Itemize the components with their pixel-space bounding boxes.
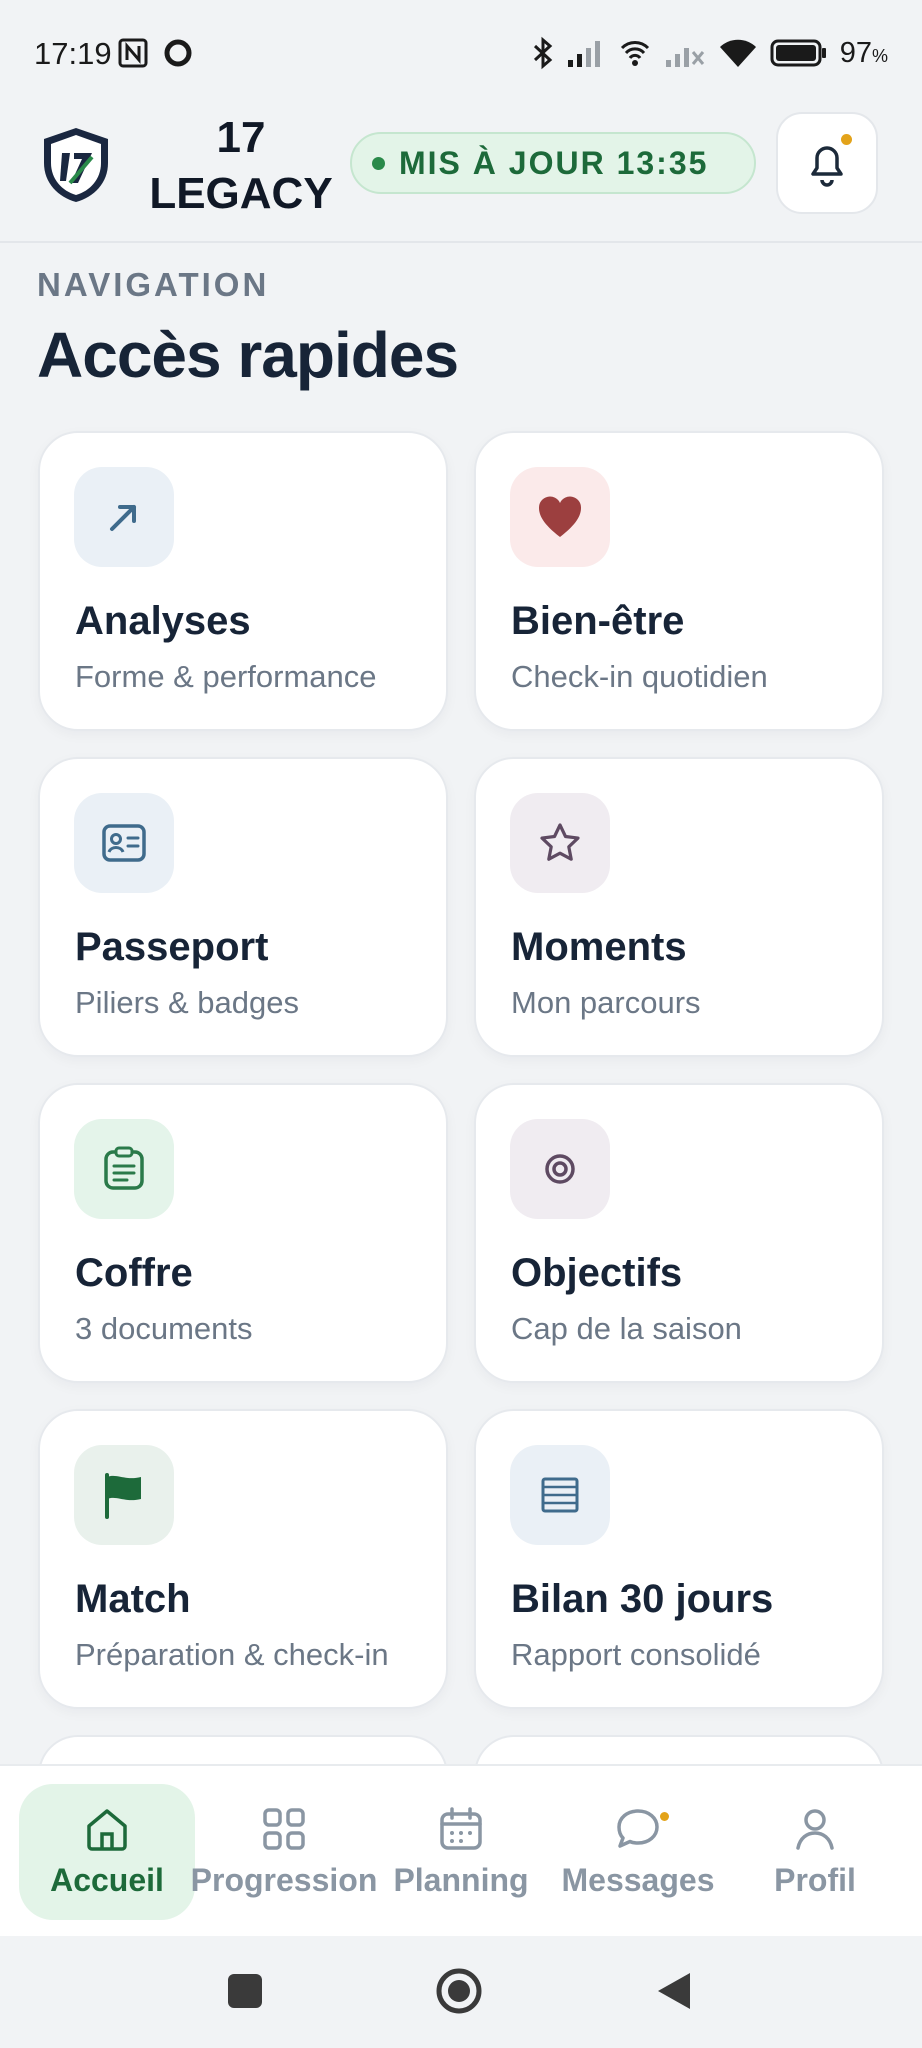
card-title: Objectifs — [511, 1251, 683, 1295]
card-title: Bilan 30 jours — [511, 1577, 774, 1621]
card-bilan-30-jours[interactable]: Bilan 30 jours Rapport consolidé — [474, 1409, 884, 1709]
tab-label: Progression — [190, 1861, 378, 1898]
card-subtitle: 3 documents — [75, 1311, 253, 1346]
card-icon-box — [510, 1119, 610, 1219]
wifi-calling-icon — [620, 41, 649, 66]
calendar-icon — [440, 1806, 482, 1850]
card-title: Bien-être — [511, 599, 685, 643]
system-navigation-bar — [0, 1936, 922, 2048]
section-kicker: NAVIGATION — [37, 266, 270, 303]
user-icon — [796, 1808, 834, 1850]
card-subtitle: Rapport consolidé — [511, 1637, 761, 1672]
card-icon-box — [510, 793, 610, 893]
back-triangle-icon[interactable] — [654, 1970, 694, 2012]
update-status-badge: MIS À JOUR 13:35 — [350, 132, 756, 194]
report-icon — [541, 1477, 579, 1513]
bluetooth-icon — [533, 36, 552, 70]
chat-bubble-icon — [617, 1808, 659, 1848]
card-title: Passeport — [75, 925, 269, 969]
nfc-icon — [118, 38, 148, 68]
battery-unit: % — [871, 45, 888, 66]
brand-line-2: LEGACY — [149, 169, 333, 218]
update-status-label: MIS À JOUR 13:35 — [399, 144, 709, 181]
tab-label: Profil — [774, 1861, 856, 1898]
status-bar: 17:19 97% — [0, 0, 922, 110]
tab-label: Planning — [393, 1861, 529, 1898]
tab-accueil[interactable]: Accueil — [19, 1784, 195, 1920]
card-subtitle: Check-in quotidien — [511, 659, 768, 694]
card-icon-box — [74, 1119, 174, 1219]
home-icon — [87, 1808, 127, 1851]
heart-icon — [538, 496, 582, 537]
tab-messages[interactable]: Messages — [550, 1784, 726, 1920]
card-icon-box — [74, 793, 174, 893]
card-bien-etre[interactable]: Bien-être Check-in quotidien — [474, 431, 884, 731]
notifications-button[interactable] — [776, 112, 878, 214]
messages-unread-dot — [660, 1812, 669, 1821]
card-objectifs[interactable]: Objectifs Cap de la saison — [474, 1083, 884, 1383]
card-icon-box — [74, 467, 174, 567]
battery-icon — [770, 39, 826, 67]
page-title: Accès rapides — [37, 319, 459, 391]
signal-off-icon — [665, 48, 704, 67]
card-subtitle: Piliers & badges — [75, 985, 300, 1020]
card-subtitle: Mon parcours — [511, 985, 701, 1020]
target-icon — [545, 1154, 575, 1184]
brand-line-1: 17 — [216, 113, 266, 162]
card-passeport[interactable]: Passeport Piliers & badges — [38, 757, 448, 1057]
id-card-icon — [102, 824, 146, 862]
card-icon-box — [510, 1445, 610, 1545]
card-title: Match — [75, 1577, 191, 1621]
card-icon-box — [510, 467, 610, 567]
clipboard-icon — [104, 1146, 144, 1190]
card-title: Coffre — [75, 1251, 193, 1295]
card-title: Moments — [511, 925, 687, 969]
star-icon — [540, 823, 580, 861]
card-title: Analyses — [75, 599, 251, 643]
card-icon-box — [74, 1445, 174, 1545]
status-dot-icon — [372, 156, 385, 170]
grid-icon — [263, 1807, 305, 1850]
tab-label: Messages — [561, 1861, 715, 1898]
brand-name: 17 LEGACY — [136, 110, 346, 222]
card-moments[interactable]: Moments Mon parcours — [474, 757, 884, 1057]
record-icon — [164, 39, 192, 67]
card-match[interactable]: Match Préparation & check-in — [38, 1409, 448, 1709]
home-circle-icon[interactable] — [434, 1966, 484, 2016]
battery-percent: 97 — [839, 36, 872, 69]
trend-arrow-icon — [110, 505, 136, 531]
app-header: 17 LEGACY MIS À JOUR 13:35 — [0, 110, 922, 243]
signal-icon — [567, 41, 600, 67]
logo-shield-icon — [44, 128, 108, 202]
tab-label: Accueil — [50, 1861, 164, 1898]
tab-profil[interactable]: Profil — [727, 1784, 903, 1920]
card-analyses[interactable]: Analyses Forme & performance — [38, 431, 448, 731]
tab-progression[interactable]: Progression — [191, 1784, 377, 1920]
notification-dot — [841, 134, 852, 145]
flag-icon — [105, 1473, 141, 1519]
bell-icon — [811, 146, 843, 187]
bottom-navigation: Accueil Progression Planning Messages Pr… — [0, 1764, 922, 1938]
tab-planning[interactable]: Planning — [373, 1784, 549, 1920]
wifi-icon — [719, 39, 756, 67]
status-time: 17:19 — [34, 36, 112, 71]
card-subtitle: Cap de la saison — [511, 1311, 742, 1346]
card-coffre[interactable]: Coffre 3 documents — [38, 1083, 448, 1383]
recents-square-icon[interactable] — [226, 1972, 264, 2010]
card-subtitle: Forme & performance — [75, 659, 377, 694]
card-subtitle: Préparation & check-in — [75, 1637, 389, 1672]
